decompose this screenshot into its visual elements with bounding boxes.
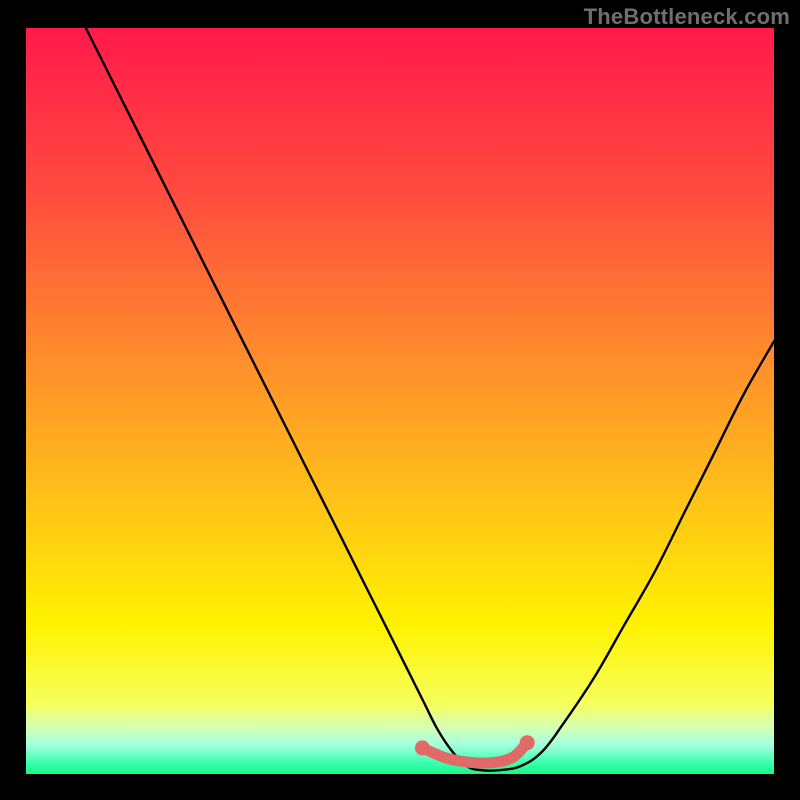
bottleneck-chart [26,28,774,774]
valley-marker-end-dot [520,735,535,750]
plot-area [26,28,774,774]
attribution-label: TheBottleneck.com [584,4,790,30]
valley-marker-start-dot [415,740,430,755]
gradient-background [26,28,774,774]
chart-frame: TheBottleneck.com [0,0,800,800]
